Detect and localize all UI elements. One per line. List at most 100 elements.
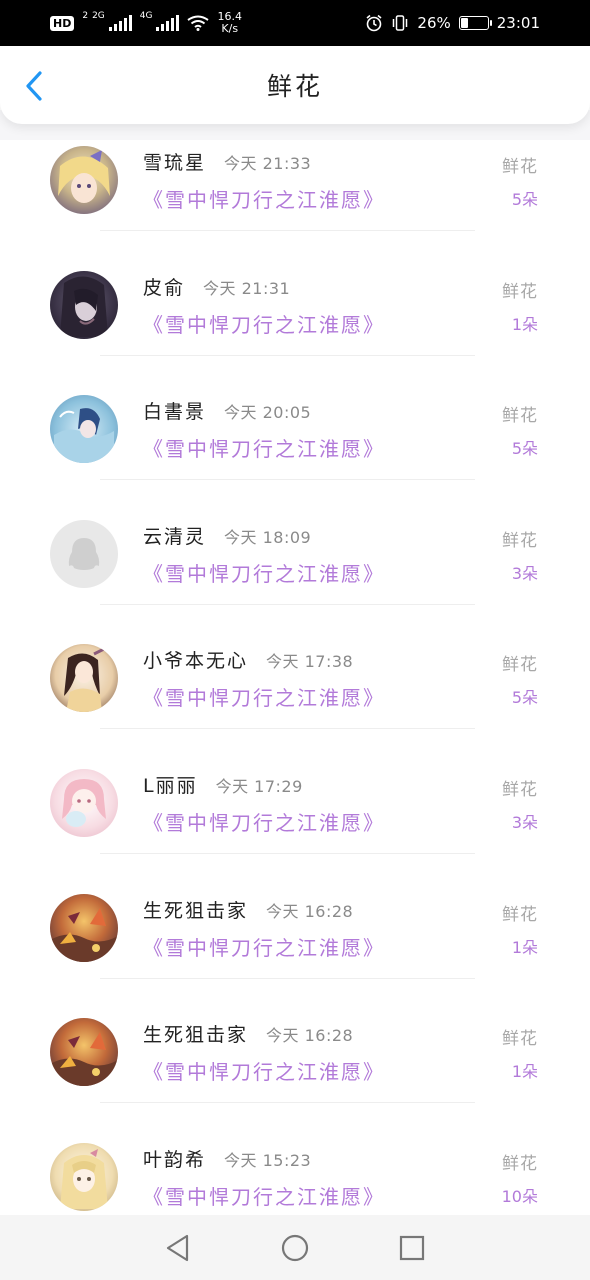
divider	[100, 479, 475, 481]
timestamp: 今天 21:33	[224, 154, 312, 173]
user-name[interactable]: 叶韵希	[143, 1145, 206, 1172]
gift-count: 1朵	[511, 937, 538, 957]
list-item[interactable]: 生死狙击家 今天 16:28 《雪中悍刀行之江淮愿》 鲜花 1朵	[0, 996, 590, 1120]
network-type-1: 2G	[92, 11, 105, 21]
divider	[100, 977, 475, 979]
wifi-icon	[187, 15, 210, 31]
avatar[interactable]	[50, 395, 118, 464]
name-line: 白書景 今天 20:05	[143, 397, 311, 424]
triangle-back-icon	[167, 1234, 189, 1261]
timestamp: 今天 16:28	[266, 901, 354, 921]
chevron-left-icon	[26, 71, 42, 101]
page-title: 鲜花	[266, 72, 323, 101]
avatar[interactable]	[50, 769, 118, 837]
gift-count: 3朵	[511, 563, 538, 583]
name-line: 生死狙击家 今天 16:28	[143, 1020, 353, 1047]
gift-type-label: 鲜花	[502, 157, 538, 177]
nav-home-button[interactable]	[275, 1228, 315, 1268]
back-button[interactable]	[16, 66, 52, 106]
list-item[interactable]: 云清灵 今天 18:09 《雪中悍刀行之江淮愿》 鲜花 3朵	[0, 498, 590, 622]
book-title-link[interactable]: 《雪中悍刀行之江淮愿》	[143, 558, 385, 587]
gift-count: 10朵	[501, 1186, 538, 1206]
avatar[interactable]	[50, 146, 118, 214]
list-item[interactable]: 雪琉星 今天 21:33 《雪中悍刀行之江淮愿》 鲜花 5朵	[0, 124, 590, 248]
divider	[100, 230, 475, 231]
gift-type-label: 鲜花	[502, 655, 538, 676]
speed-unit: K/s	[221, 22, 239, 35]
list-item[interactable]: 皮俞 今天 21:31 《雪中悍刀行之江淮愿》 鲜花 1朵	[0, 249, 590, 373]
status-bar: HD 2 2G 4G 16.4 K/s 26% 23:01	[0, 0, 590, 46]
book-title-link[interactable]: 《雪中悍刀行之江淮愿》	[143, 682, 385, 711]
book-title-link[interactable]: 《雪中悍刀行之江淮愿》	[143, 932, 385, 961]
app-header: 鲜花	[0, 46, 590, 124]
nav-recent-button[interactable]	[392, 1228, 432, 1268]
book-title-link[interactable]: 《雪中悍刀行之江淮愿》	[143, 807, 385, 836]
divider	[100, 728, 475, 730]
status-left: HD 2 2G 4G 16.4 K/s	[50, 11, 242, 35]
gift-count: 1朵	[511, 1062, 538, 1082]
sim-indicator: 2	[82, 11, 89, 21]
battery-icon	[458, 16, 492, 30]
system-nav-bar	[0, 1215, 590, 1280]
gift-count: 5朵	[511, 190, 538, 209]
nav-back-button[interactable]	[158, 1228, 198, 1268]
network-speed: 16.4 K/s	[217, 11, 242, 35]
list-item[interactable]: 生死狙击家 今天 16:28 《雪中悍刀行之江淮愿》 鲜花 1朵	[0, 872, 590, 996]
divider	[100, 354, 475, 356]
timestamp: 今天 18:09	[224, 527, 312, 547]
timestamp: 今天 21:31	[203, 278, 291, 298]
signal-icon-2	[156, 15, 180, 31]
alarm-icon	[366, 14, 382, 32]
square-recent-icon	[399, 1235, 424, 1260]
avatar[interactable]	[50, 1142, 118, 1211]
avatar[interactable]	[50, 270, 118, 339]
book-title-link[interactable]: 《雪中悍刀行之江淮愿》	[143, 309, 385, 338]
avatar[interactable]	[50, 644, 118, 713]
name-line: 云清灵 今天 18:09	[143, 522, 311, 549]
name-line: 雪琉星 今天 21:33	[143, 148, 311, 175]
avatar[interactable]	[50, 1018, 118, 1087]
gift-type-label: 鲜花	[502, 406, 538, 427]
list-item[interactable]: L丽丽 今天 17:29 《雪中悍刀行之江淮愿》 鲜花 3朵	[0, 747, 590, 871]
divider	[100, 1102, 475, 1104]
list-item[interactable]: 白書景 今天 20:05 《雪中悍刀行之江淮愿》 鲜花 5朵	[0, 373, 590, 497]
gift-count: 5朵	[511, 688, 538, 708]
user-name[interactable]: 生死狙击家	[143, 1020, 248, 1047]
user-name[interactable]: L丽丽	[143, 771, 198, 798]
user-name[interactable]: 白書景	[143, 397, 206, 424]
gift-count: 5朵	[511, 439, 538, 459]
name-line: 生死狙击家 今天 16:28	[143, 896, 353, 923]
name-line: 皮俞 今天 21:31	[143, 273, 290, 300]
user-name[interactable]: 雪琉星	[143, 148, 206, 175]
gift-type-label: 鲜花	[502, 530, 538, 551]
gift-type-label: 鲜花	[502, 780, 538, 800]
name-line: 叶韵希 今天 15:23	[143, 1145, 311, 1172]
book-title-link[interactable]: 《雪中悍刀行之江淮愿》	[143, 1056, 385, 1085]
timestamp: 今天 17:38	[266, 652, 354, 672]
book-title-link[interactable]: 《雪中悍刀行之江淮愿》	[143, 1181, 385, 1210]
signal-icon	[108, 15, 132, 31]
user-name[interactable]: 小爷本无心	[143, 646, 248, 673]
timestamp: 今天 17:29	[215, 777, 303, 796]
book-title-link[interactable]: 《雪中悍刀行之江淮愿》	[143, 184, 385, 213]
gift-type-label: 鲜花	[502, 281, 538, 302]
timestamp: 今天 15:23	[224, 1150, 312, 1170]
network-type-2: 4G	[139, 11, 153, 21]
battery-percent: 26%	[417, 14, 451, 32]
gift-count: 1朵	[511, 314, 538, 334]
vibrate-icon	[393, 15, 408, 31]
user-name[interactable]: 皮俞	[143, 273, 185, 300]
user-name[interactable]: 云清灵	[143, 522, 206, 549]
divider	[100, 603, 475, 605]
hd-badge: HD	[50, 15, 75, 31]
timestamp: 今天 20:05	[224, 403, 312, 423]
list-item[interactable]: 小爷本无心 今天 17:38 《雪中悍刀行之江淮愿》 鲜花 5朵	[0, 622, 590, 746]
gift-count: 3朵	[511, 813, 538, 832]
avatar[interactable]	[50, 519, 118, 588]
status-right: 26% 23:01	[365, 14, 540, 32]
avatar[interactable]	[50, 893, 118, 962]
user-name[interactable]: 生死狙击家	[143, 896, 248, 923]
divider	[100, 853, 475, 854]
battery-fill	[460, 18, 468, 28]
book-title-link[interactable]: 《雪中悍刀行之江淮愿》	[143, 433, 385, 462]
